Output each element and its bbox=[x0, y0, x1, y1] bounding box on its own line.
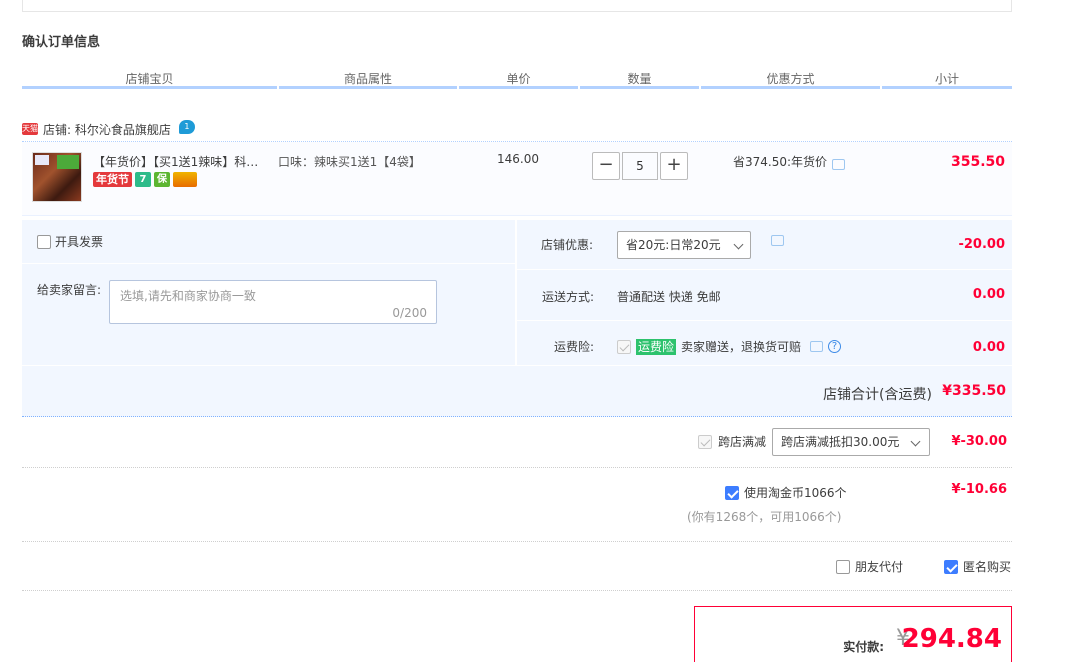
payment-label: 实付款: bbox=[843, 640, 884, 654]
divider bbox=[517, 320, 1012, 321]
cross-store-select[interactable]: 跨店满减抵扣30.00元 bbox=[772, 428, 930, 456]
product-title[interactable]: 【年货价】【买1送1辣味】科尔沁风干牛肉干 bbox=[93, 153, 265, 170]
product-attribute: 口味：辣味买1送1【4袋】 bbox=[278, 155, 421, 169]
festival-badge: 年货节 bbox=[93, 172, 132, 187]
message-placeholder: 选填,请先和商家协商一致 bbox=[120, 289, 256, 303]
comment-icon[interactable] bbox=[832, 159, 846, 170]
message-label: 给卖家留言: bbox=[37, 283, 102, 297]
cross-store-selected: 跨店满减抵扣30.00元 bbox=[781, 435, 900, 449]
invoice-option[interactable]: 开具发票 bbox=[37, 233, 103, 250]
divider bbox=[517, 269, 1012, 270]
chevron-down-icon bbox=[733, 239, 744, 250]
divider bbox=[22, 467, 1012, 468]
taojinbi-amount: ¥-10.66 bbox=[951, 482, 1007, 497]
anonymous-option[interactable]: 匿名购买 bbox=[944, 558, 1011, 575]
insurance-checkbox bbox=[617, 339, 631, 354]
cross-store-option: 跨店满减 bbox=[698, 433, 766, 450]
insurance-label: 运费险: bbox=[554, 340, 595, 354]
cross-store-checkbox bbox=[698, 434, 712, 449]
invoice-checkbox[interactable] bbox=[37, 234, 51, 249]
shop-discount-select[interactable]: 省20元:日常20元 bbox=[617, 231, 751, 259]
comment-icon[interactable] bbox=[771, 235, 784, 246]
col-header-item: 店铺宝贝 bbox=[125, 72, 174, 86]
product-badges: 年货节 7 保 bbox=[93, 172, 197, 187]
header-underline bbox=[22, 86, 1012, 89]
quantity-stepper: − 5 + bbox=[592, 152, 688, 180]
shipping-method: 普通配送 快递 免邮 bbox=[617, 290, 721, 304]
taojinbi-hint: (你有1268个，可用1066个) bbox=[687, 510, 842, 524]
cross-store-label: 跨店满减 bbox=[718, 435, 767, 449]
shop-total-value: ¥335.50 bbox=[942, 383, 1006, 399]
unit-price: 146.00 bbox=[497, 152, 539, 166]
header-sep bbox=[880, 86, 882, 89]
item-subtotal: 355.50 bbox=[950, 154, 1005, 170]
col-header-price: 单价 bbox=[506, 72, 531, 86]
taojinbi-checkbox[interactable] bbox=[725, 485, 739, 500]
col-header-attr: 商品属性 bbox=[343, 72, 392, 86]
product-thumbnail[interactable] bbox=[32, 152, 82, 202]
shipping-label: 运送方式: bbox=[542, 290, 595, 304]
friend-pay-checkbox[interactable] bbox=[836, 559, 850, 574]
taojinbi-option[interactable]: 使用淘金币1066个 bbox=[725, 484, 847, 501]
shipping-amount: 0.00 bbox=[972, 287, 1005, 302]
invoice-label: 开具发票 bbox=[55, 235, 104, 249]
address-box bbox=[22, 0, 1012, 12]
qty-input[interactable]: 5 bbox=[622, 152, 658, 180]
comment-icon[interactable] bbox=[810, 341, 824, 352]
tmall-icon: 天猫 bbox=[22, 123, 38, 135]
header-sep bbox=[699, 86, 701, 89]
wangwang-chat-icon[interactable]: 1 bbox=[178, 120, 195, 134]
promo-info: 省374.50:年货价 bbox=[733, 153, 846, 170]
divider bbox=[22, 541, 1012, 542]
header-sep bbox=[277, 86, 279, 89]
anonymous-label: 匿名购买 bbox=[963, 560, 1012, 574]
shop-total-label: 店铺合计(含运费) bbox=[823, 387, 932, 403]
shop-discount-amount: -20.00 bbox=[958, 237, 1005, 252]
guarantee-icon: 保 bbox=[154, 172, 170, 187]
taojinbi-label: 使用淘金币1066个 bbox=[744, 486, 847, 500]
shop-row: 天猫 店铺: 科尔沁食品旗舰店 1 bbox=[22, 118, 195, 140]
header-sep bbox=[578, 86, 580, 89]
message-char-count: 0/200 bbox=[392, 306, 427, 320]
header-sep bbox=[457, 86, 459, 89]
shop-name[interactable]: 店铺: 科尔沁食品旗舰店 bbox=[43, 121, 171, 138]
cross-store-amount: ¥-30.00 bbox=[951, 434, 1007, 449]
qty-increase-button[interactable]: + bbox=[660, 152, 688, 180]
insurance-amount: 0.00 bbox=[972, 340, 1005, 355]
col-header-promo: 优惠方式 bbox=[766, 72, 815, 86]
qty-decrease-button[interactable]: − bbox=[592, 152, 620, 180]
anonymous-checkbox[interactable] bbox=[944, 559, 958, 574]
section-title: 确认订单信息 bbox=[22, 35, 101, 50]
seven-day-return-icon: 7 bbox=[135, 172, 151, 187]
insurance-tag: 运费险 bbox=[636, 338, 677, 355]
promo-text: 省374.50:年货价 bbox=[733, 155, 828, 169]
chevron-down-icon bbox=[910, 436, 921, 447]
insurance-row: 运费险 卖家赠送，退换货可赔 ? bbox=[617, 338, 842, 355]
divider bbox=[22, 590, 1012, 591]
message-textarea[interactable]: 选填,请先和商家协商一致 0/200 bbox=[109, 280, 437, 324]
insurance-desc: 卖家赠送，退换货可赔 bbox=[681, 340, 802, 354]
col-header-qty: 数量 bbox=[627, 72, 652, 86]
help-icon[interactable]: ? bbox=[828, 340, 842, 353]
friend-pay-option[interactable]: 朋友代付 bbox=[836, 558, 903, 575]
credit-card-icon bbox=[173, 172, 197, 187]
payment-amount: 294.84 bbox=[901, 624, 1002, 654]
divider bbox=[22, 263, 515, 264]
shop-discount-label: 店铺优惠: bbox=[541, 238, 594, 252]
friend-pay-label: 朋友代付 bbox=[855, 560, 904, 574]
col-header-subtotal: 小计 bbox=[934, 72, 959, 86]
shop-discount-selected: 省20元:日常20元 bbox=[626, 238, 721, 252]
